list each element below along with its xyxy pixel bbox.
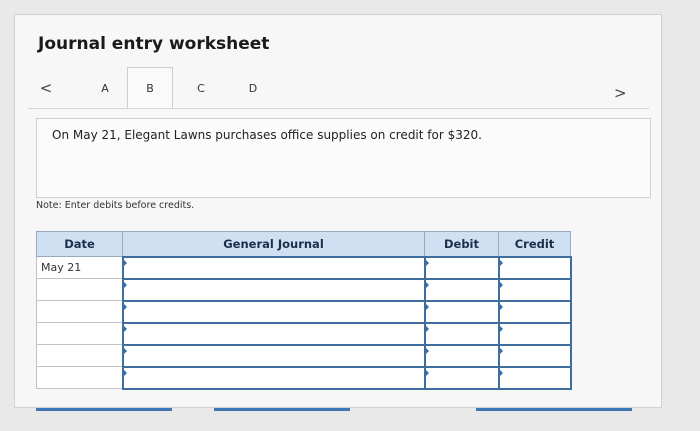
account-input[interactable] xyxy=(121,343,426,368)
debit-input[interactable] xyxy=(423,343,500,368)
footer-button-middle[interactable] xyxy=(214,408,350,411)
footer-button-left[interactable] xyxy=(36,408,172,411)
account-input[interactable] xyxy=(121,299,426,324)
column-header-debit: Debit xyxy=(424,231,499,257)
column-header-credit: Credit xyxy=(498,231,571,257)
account-input[interactable] xyxy=(121,365,426,390)
tab-d[interactable]: D xyxy=(238,68,268,108)
date-cell[interactable] xyxy=(36,300,123,323)
credit-input[interactable] xyxy=(497,255,572,280)
credit-input[interactable] xyxy=(497,321,572,346)
table-row xyxy=(36,299,572,324)
question-box: On May 21, Elegant Lawns purchases offic… xyxy=(36,118,651,198)
account-input[interactable] xyxy=(121,277,426,302)
question-text: On May 21, Elegant Lawns purchases offic… xyxy=(52,128,482,142)
table-row: May 21 xyxy=(36,255,572,280)
credit-input[interactable] xyxy=(497,299,572,324)
date-cell[interactable] xyxy=(36,322,123,345)
credit-input[interactable] xyxy=(497,343,572,368)
note-text: Note: Enter debits before credits. xyxy=(36,200,195,211)
account-input[interactable] xyxy=(121,321,426,346)
table-row xyxy=(36,365,572,390)
chevron-left-icon[interactable]: < xyxy=(36,68,56,108)
debit-input[interactable] xyxy=(423,277,500,302)
tab-a[interactable]: A xyxy=(90,68,120,108)
tab-bar: < A B C D xyxy=(28,67,648,108)
table-row xyxy=(36,321,572,346)
credit-input[interactable] xyxy=(497,365,572,390)
chevron-right-icon[interactable]: > xyxy=(614,84,627,102)
date-cell[interactable] xyxy=(36,278,123,301)
date-cell[interactable] xyxy=(36,344,123,367)
column-header-date: Date xyxy=(36,231,123,257)
journal-table: Date General Journal Debit Credit May 21 xyxy=(36,231,572,390)
journal-header-row: Date General Journal Debit Credit xyxy=(36,231,571,257)
account-input[interactable] xyxy=(121,255,426,280)
date-cell[interactable] xyxy=(36,366,123,389)
tab-b[interactable]: B xyxy=(127,67,173,108)
tab-divider xyxy=(28,108,649,109)
debit-input[interactable] xyxy=(423,299,500,324)
debit-input[interactable] xyxy=(423,321,500,346)
tab-c[interactable]: C xyxy=(186,68,216,108)
table-row xyxy=(36,277,572,302)
table-row xyxy=(36,343,572,368)
debit-input[interactable] xyxy=(423,255,500,280)
footer-button-right[interactable] xyxy=(476,408,632,411)
credit-input[interactable] xyxy=(497,277,572,302)
debit-input[interactable] xyxy=(423,365,500,390)
page-title: Journal entry worksheet xyxy=(38,34,270,54)
column-header-general-journal: General Journal xyxy=(122,231,425,257)
date-cell[interactable]: May 21 xyxy=(36,256,123,279)
